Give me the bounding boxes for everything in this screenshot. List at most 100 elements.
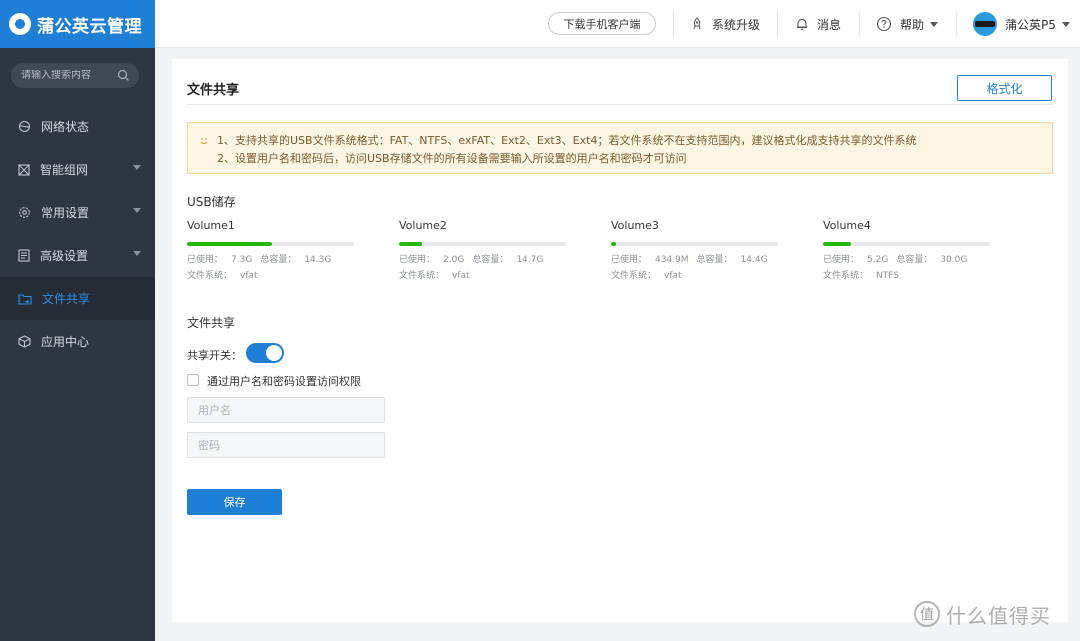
search-icon[interactable]	[117, 69, 130, 82]
chevron-down-icon	[133, 208, 141, 213]
total-label: 总容量：	[696, 255, 733, 265]
sidebar: 网络状态 智能组网 常用设置 高级设置 文件共享 应用中心	[0, 48, 155, 641]
total-value: 14.4G	[740, 255, 768, 265]
header-divider	[956, 12, 957, 36]
device-menu[interactable]: 蒲公英P5	[973, 0, 1070, 48]
sidebar-item-common-settings[interactable]: 常用设置	[0, 191, 155, 234]
header-divider	[777, 12, 778, 36]
used-label: 已使用：	[399, 255, 436, 265]
auth-checkbox-label: 通过用户名和密码设置访问权限	[207, 375, 361, 388]
document-icon	[18, 249, 30, 262]
watermark: 值 什么值得买	[914, 598, 1074, 630]
download-client-button[interactable]: 下载手机客户端	[548, 12, 656, 35]
sidebar-item-label: 智能组网	[40, 163, 89, 177]
fs-value: vfat	[452, 271, 470, 281]
title-divider	[187, 104, 1053, 105]
volume-usage-bar	[611, 242, 778, 246]
help-menu[interactable]: 帮助	[876, 0, 939, 48]
volume-usage-fill	[399, 242, 423, 246]
auth-checkbox[interactable]	[187, 374, 199, 386]
notice-line: 1、支持共享的USB文件系统格式：FAT、NTFS、exFAT、Ext2、Ext…	[217, 134, 917, 147]
file-sharing-panel: 文件共享 格式化 1、支持共享的USB文件系统格式：FAT、NTFS、exFAT…	[172, 59, 1068, 622]
device-avatar	[973, 12, 997, 36]
file-sharing-section-title: 文件共享	[187, 316, 236, 330]
dandelion-logo-icon	[9, 13, 31, 35]
sidebar-item-advanced-settings[interactable]: 高级设置	[0, 234, 155, 277]
page-title: 文件共享	[187, 83, 240, 98]
brand-logo-area[interactable]: 蒲公英云管理	[0, 0, 155, 48]
bell-icon	[797, 18, 807, 30]
used-label: 已使用：	[823, 255, 860, 265]
volume-name: Volume4	[823, 219, 871, 232]
sidebar-item-network-status[interactable]: 网络状态	[0, 105, 155, 148]
fs-value: NTFS	[876, 271, 899, 281]
brand-title: 蒲公英云管理	[37, 16, 142, 37]
username-field	[187, 397, 385, 423]
volume-name: Volume3	[611, 219, 659, 232]
save-button[interactable]: 保存	[187, 489, 282, 515]
used-value: 2.0G	[443, 255, 465, 265]
password-input[interactable]	[188, 433, 384, 457]
volume-usage-fill	[823, 242, 852, 246]
smile-icon	[200, 138, 208, 145]
chevron-down-icon	[133, 251, 141, 256]
share-toggle[interactable]	[246, 343, 284, 363]
sidebar-item-file-sharing[interactable]: 文件共享	[0, 277, 155, 320]
fs-value: vfat	[240, 271, 258, 281]
volume-card: Volume1 已使用： 7.3G 总容量： 14.3G 文件系统： vfat	[187, 219, 367, 281]
used-label: 已使用：	[187, 255, 224, 265]
help-label: 帮助	[900, 17, 925, 32]
used-value: 7.3G	[231, 255, 253, 265]
volume-usage-bar	[399, 242, 566, 246]
total-value: 30.0G	[940, 255, 968, 265]
folder-share-icon	[18, 293, 32, 305]
fs-label: 文件系统：	[187, 271, 233, 281]
volume-fs-row: 文件系统： vfat	[611, 268, 791, 281]
volume-usage-row: 已使用： 7.3G 总容量： 14.3G	[187, 252, 367, 265]
upgrade-button[interactable]: 系统升级	[690, 0, 760, 48]
volume-usage-fill	[611, 242, 616, 246]
usb-storage-title: USB储存	[187, 195, 236, 209]
username-input[interactable]	[188, 398, 384, 422]
share-switch-label: 共享开关：	[187, 349, 242, 362]
password-field	[187, 432, 385, 458]
sidebar-item-label: 高级设置	[40, 249, 89, 263]
volume-usage-row: 已使用： 5.2G 总容量： 30.0G	[823, 252, 1003, 265]
chevron-down-icon	[930, 21, 939, 27]
volume-usage-bar	[187, 242, 354, 246]
sidebar-item-label: 常用设置	[41, 206, 90, 220]
sidebar-item-smart-network[interactable]: 智能组网	[0, 148, 155, 191]
volume-usage-fill	[187, 242, 273, 246]
info-notice: 1、支持共享的USB文件系统格式：FAT、NTFS、exFAT、Ext2、Ext…	[187, 122, 1053, 174]
top-header: 蒲公英云管理 下载手机客户端 系统升级 消息 帮助 蒲公英P5	[0, 0, 1080, 48]
messages-button[interactable]: 消息	[795, 0, 841, 48]
volume-fs-row: 文件系统： vfat	[399, 268, 579, 281]
fs-value: vfat	[664, 271, 682, 281]
total-value: 14.3G	[304, 255, 332, 265]
fs-label: 文件系统：	[611, 271, 657, 281]
volume-card: Volume3 已使用： 434.9M 总容量： 14.4G 文件系统： vfat	[611, 219, 791, 281]
fs-label: 文件系统：	[823, 271, 869, 281]
sidebar-search	[11, 63, 139, 88]
volume-card: Volume4 已使用： 5.2G 总容量： 30.0G 文件系统： NTFS	[823, 219, 1003, 281]
globe-icon	[18, 120, 31, 133]
format-button[interactable]: 格式化	[957, 75, 1052, 101]
total-value: 14.7G	[516, 255, 544, 265]
used-label: 已使用：	[611, 255, 648, 265]
sidebar-item-label: 应用中心	[41, 335, 90, 349]
used-value: 5.2G	[867, 255, 889, 265]
device-name: 蒲公英P5	[1005, 17, 1056, 32]
upgrade-label: 系统升级	[712, 17, 761, 32]
messages-label: 消息	[817, 17, 842, 32]
volume-card: Volume2 已使用： 2.0G 总容量： 14.7G 文件系统： vfat	[399, 219, 579, 281]
header-divider	[859, 12, 860, 36]
sidebar-item-app-center[interactable]: 应用中心	[0, 320, 155, 363]
sidebar-item-label: 网络状态	[41, 120, 90, 134]
search-input[interactable]	[21, 70, 113, 81]
watermark-text: 什么值得买	[946, 603, 1051, 628]
rocket-icon	[693, 17, 701, 30]
volume-usage-row: 已使用： 2.0G 总容量： 14.7G	[399, 252, 579, 265]
chevron-down-icon	[133, 165, 141, 170]
volume-usage-row: 已使用： 434.9M 总容量： 14.4G	[611, 252, 791, 265]
cube-icon	[18, 335, 31, 348]
